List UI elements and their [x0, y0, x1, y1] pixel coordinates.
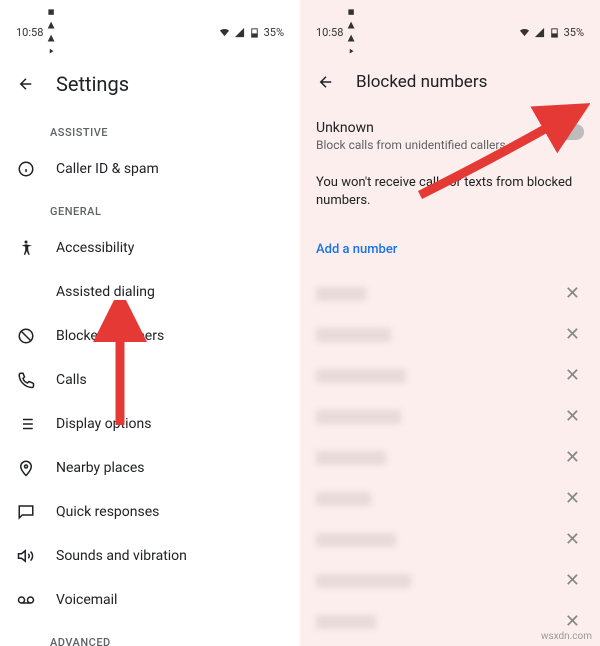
row-label: Blocked numbers [56, 328, 164, 344]
section-advanced: ADVANCED [0, 622, 300, 646]
status-bar: 10:58 35% [300, 0, 600, 60]
redacted-number [316, 369, 406, 383]
header: Settings [0, 60, 300, 112]
redacted-number [316, 451, 386, 465]
blocked-item: ✕ [308, 355, 592, 396]
section-general: GENERAL [0, 191, 300, 226]
location-icon [16, 458, 36, 478]
battery-percent: 35% [564, 26, 584, 39]
row-accessibility[interactable]: Accessibility [0, 226, 300, 270]
accessibility-icon [16, 238, 36, 258]
row-label: Display options [56, 416, 151, 432]
list-icon [16, 414, 36, 434]
blocked-item: ✕ [308, 437, 592, 478]
battery-icon [249, 27, 260, 38]
redacted-number [316, 328, 391, 342]
redacted-number [316, 492, 371, 506]
info-icon [16, 159, 36, 179]
speaker-icon [16, 546, 36, 566]
page-title: Blocked numbers [356, 72, 487, 92]
toggle-switch[interactable] [554, 124, 584, 140]
notif-icons [347, 6, 355, 58]
wifi-icon [219, 27, 230, 38]
row-nearby-places[interactable]: Nearby places [0, 446, 300, 490]
remove-icon[interactable]: ✕ [561, 566, 584, 595]
back-arrow-icon[interactable] [316, 72, 336, 92]
page-title: Settings [56, 72, 129, 96]
redacted-number [316, 533, 396, 547]
unknown-toggle-row[interactable]: Unknown Block calls from unidentified ca… [300, 108, 600, 158]
row-label: Assisted dialing [56, 284, 155, 300]
row-label: Calls [56, 372, 87, 388]
row-assisted-dialing[interactable]: Assisted dialing [0, 270, 300, 314]
notif-icons [47, 6, 55, 58]
row-caller-id-spam[interactable]: Caller ID & spam [0, 147, 300, 191]
remove-icon[interactable]: ✕ [561, 361, 584, 390]
unknown-title: Unknown [316, 120, 506, 136]
row-label: Caller ID & spam [56, 161, 159, 177]
info-text: You won't receive calls or texts from bl… [300, 158, 600, 226]
blocked-item: ✕ [308, 560, 592, 601]
signal-icon [534, 27, 545, 38]
battery-percent: 35% [264, 26, 284, 39]
remove-icon[interactable]: ✕ [561, 402, 584, 431]
phone-icon [16, 370, 36, 390]
row-label: Sounds and vibration [56, 548, 187, 564]
blocked-item: ✕ [308, 478, 592, 519]
blocked-list: ✕ ✕ ✕ ✕ ✕ ✕ ✕ ✕ [300, 273, 600, 642]
blocked-item: ✕ [308, 273, 592, 314]
redacted-number [316, 574, 411, 588]
remove-icon[interactable]: ✕ [561, 320, 584, 349]
back-arrow-icon[interactable] [16, 74, 36, 94]
blocked-item: ✕ [308, 396, 592, 437]
wifi-icon [519, 27, 530, 38]
battery-icon [549, 27, 560, 38]
row-voicemail[interactable]: Voicemail [0, 578, 300, 622]
blocked-item: ✕ [308, 314, 592, 355]
status-time: 10:58 [16, 26, 43, 39]
row-quick-responses[interactable]: Quick responses [0, 490, 300, 534]
chat-icon [16, 502, 36, 522]
redacted-number [316, 410, 401, 424]
redacted-number [316, 287, 366, 301]
status-bar: 10:58 35% [0, 0, 300, 60]
row-blocked-numbers[interactable]: Blocked numbers [0, 314, 300, 358]
status-time: 10:58 [316, 26, 343, 39]
row-label: Quick responses [56, 504, 159, 520]
watermark: wsxdn.com [541, 631, 592, 642]
header: Blocked numbers [300, 60, 600, 108]
blocked-item: ✕ [308, 519, 592, 560]
row-sounds-vibration[interactable]: Sounds and vibration [0, 534, 300, 578]
row-display-options[interactable]: Display options [0, 402, 300, 446]
row-label: Voicemail [56, 592, 117, 608]
remove-icon[interactable]: ✕ [561, 484, 584, 513]
remove-icon[interactable]: ✕ [561, 443, 584, 472]
voicemail-icon [16, 590, 36, 610]
add-number-link[interactable]: Add a number [300, 226, 600, 273]
remove-icon[interactable]: ✕ [561, 525, 584, 554]
unknown-subtitle: Block calls from unidentified callers [316, 138, 506, 152]
row-label: Nearby places [56, 460, 145, 476]
remove-icon[interactable]: ✕ [561, 279, 584, 308]
section-assistive: ASSISTIVE [0, 112, 300, 147]
redacted-number [316, 615, 376, 629]
block-icon [16, 326, 36, 346]
signal-icon [234, 27, 245, 38]
row-label: Accessibility [56, 240, 134, 256]
row-calls[interactable]: Calls [0, 358, 300, 402]
